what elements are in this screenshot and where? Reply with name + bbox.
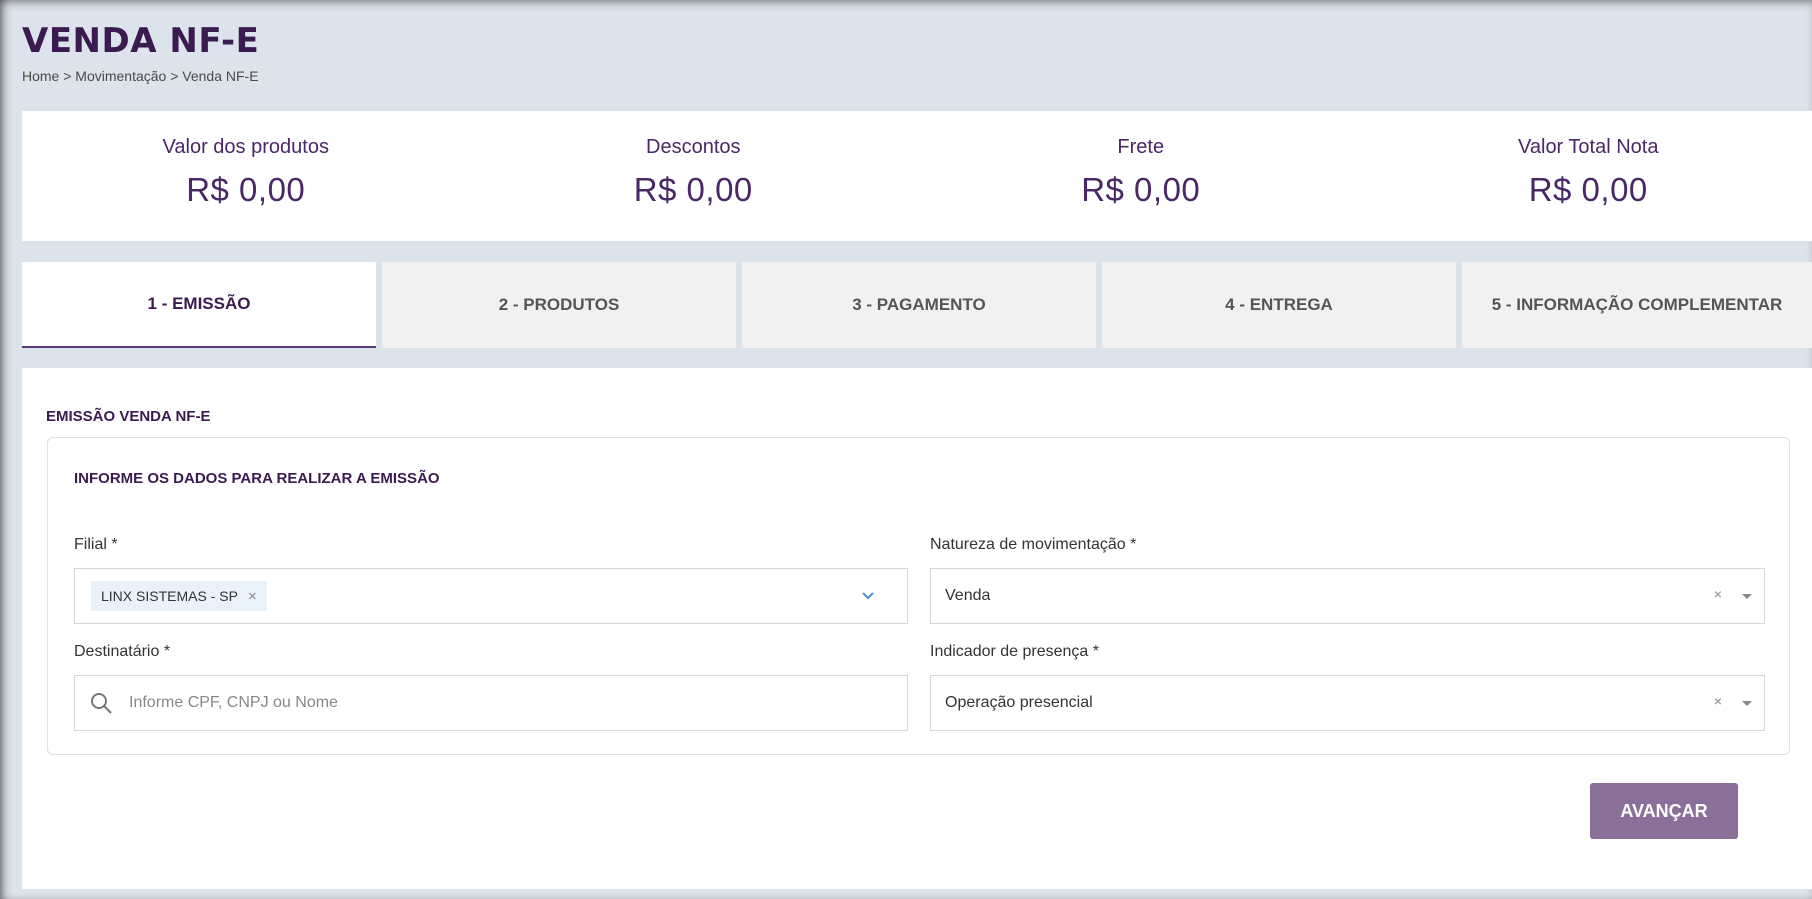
caret-down-icon[interactable] <box>1742 701 1752 706</box>
total-label: Valor Total Nota <box>1518 136 1659 158</box>
indicador-label: Indicador de presença * <box>930 643 1099 660</box>
total-label: Descontos <box>646 136 741 158</box>
remove-chip-icon[interactable]: × <box>248 588 257 605</box>
destinatario-input[interactable] <box>127 693 831 713</box>
advance-button[interactable]: AVANÇAR <box>1590 783 1738 839</box>
chevron-down-icon[interactable] <box>861 588 875 602</box>
natureza-value: Venda <box>945 587 991 604</box>
total-freight: Frete R$ 0,00 <box>917 111 1365 241</box>
total-value: R$ 0,00 <box>1081 171 1201 208</box>
tab-pagamento[interactable]: 3 - PAGAMENTO <box>742 262 1096 348</box>
tab-emissao[interactable]: 1 - EMISSÃO <box>22 262 376 348</box>
total-label: Valor dos produtos <box>162 136 329 158</box>
card-title: INFORME OS DADOS PARA REALIZAR A EMISSÃO <box>74 470 440 487</box>
indicador-value: Operação presencial <box>945 694 1093 711</box>
total-value: R$ 0,00 <box>633 171 753 208</box>
emission-card: INFORME OS DADOS PARA REALIZAR A EMISSÃO… <box>47 437 1790 755</box>
filial-label: Filial * <box>74 536 118 553</box>
search-icon <box>91 693 112 714</box>
caret-down-icon[interactable] <box>1742 594 1752 599</box>
total-invoice: Valor Total Nota R$ 0,00 <box>1365 111 1812 241</box>
filial-select[interactable]: LINX SISTEMAS - SP × <box>74 568 908 624</box>
total-value: R$ 0,00 <box>1528 171 1648 208</box>
page-header: VENDA NF-E Home > Movimentação > Venda N… <box>22 18 259 84</box>
filial-chip-label: LINX SISTEMAS - SP <box>101 588 238 604</box>
indicador-select[interactable]: Operação presencial × <box>930 675 1765 731</box>
tab-informacao-complementar[interactable]: 5 - INFORMAÇÃO COMPLEMENTAR <box>1462 262 1812 348</box>
totals-bar: Valor dos produtos R$ 0,00 Descontos R$ … <box>22 111 1812 241</box>
tab-produtos[interactable]: 2 - PRODUTOS <box>382 262 736 348</box>
total-value: R$ 0,00 <box>186 171 306 208</box>
app-frame: VENDA NF-E Home > Movimentação > Venda N… <box>0 0 1812 899</box>
tab-entrega[interactable]: 4 - ENTREGA <box>1102 262 1456 348</box>
breadcrumb: Home > Movimentação > Venda NF-E <box>22 68 259 84</box>
filial-chip: LINX SISTEMAS - SP × <box>91 581 267 611</box>
page-title: VENDA NF-E <box>22 21 260 61</box>
step-tabs: 1 - EMISSÃO 2 - PRODUTOS 3 - PAGAMENTO 4… <box>22 262 1812 348</box>
destinatario-field[interactable] <box>74 675 908 731</box>
total-products: Valor dos produtos R$ 0,00 <box>22 111 470 241</box>
total-discounts: Descontos R$ 0,00 <box>470 111 918 241</box>
natureza-select[interactable]: Venda × <box>930 568 1765 624</box>
form-panel: EMISSÃO VENDA NF-E INFORME OS DADOS PARA… <box>22 368 1812 889</box>
natureza-label: Natureza de movimentação * <box>930 536 1137 553</box>
clear-icon[interactable]: × <box>1714 586 1722 602</box>
section-title: EMISSÃO VENDA NF-E <box>46 408 211 425</box>
clear-icon[interactable]: × <box>1714 693 1722 709</box>
total-label: Frete <box>1117 136 1165 158</box>
destinatario-label: Destinatário * <box>74 643 171 660</box>
